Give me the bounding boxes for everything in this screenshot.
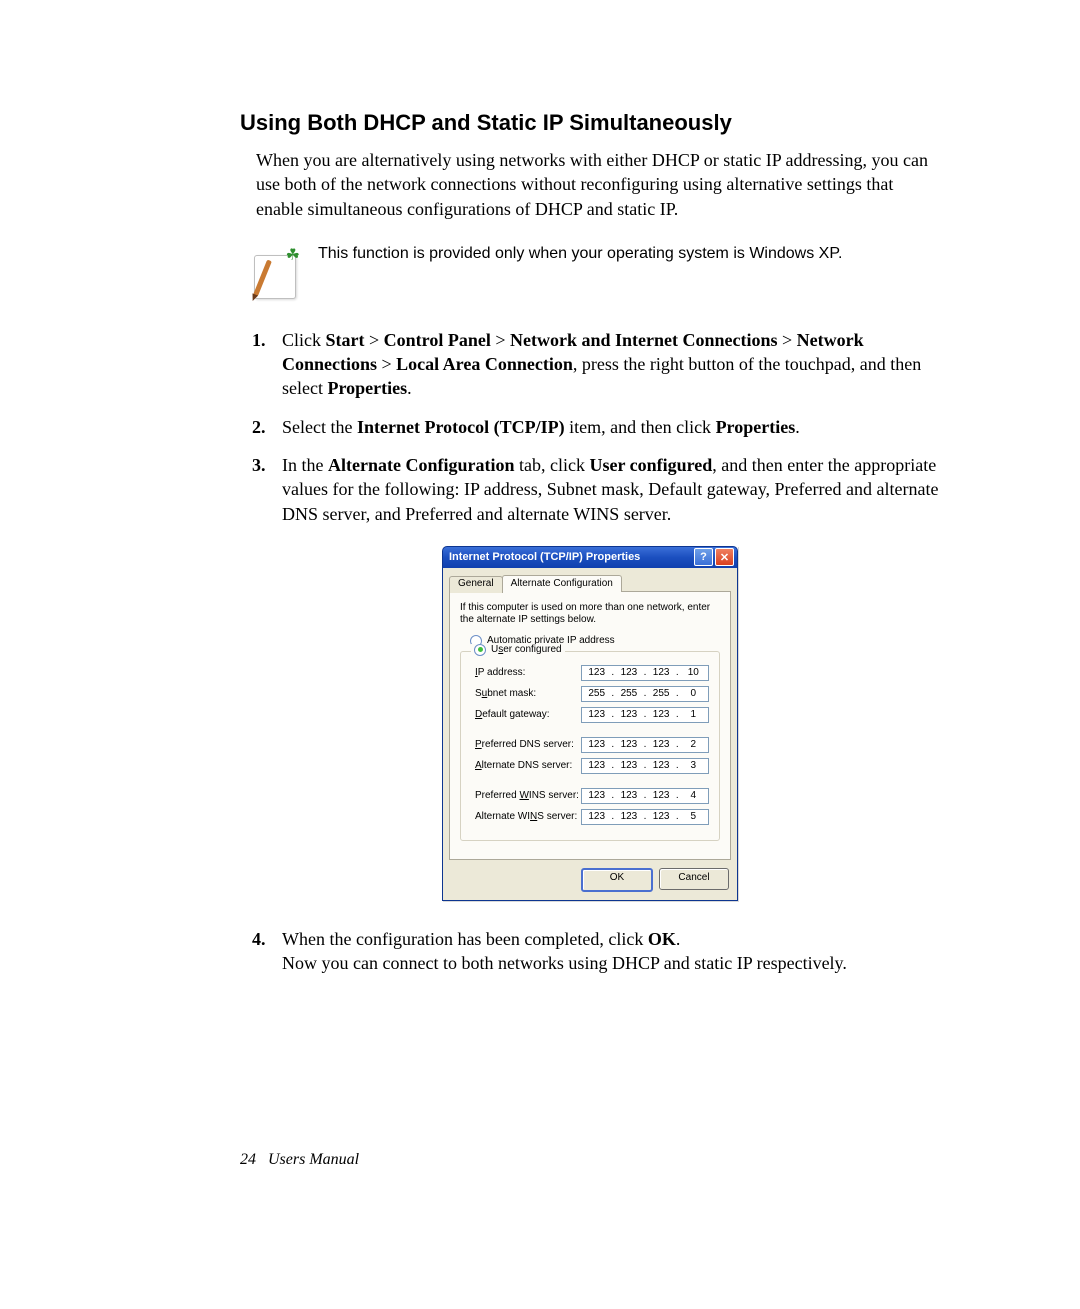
help-button[interactable]: ? [694,548,713,566]
close-button[interactable]: ✕ [715,548,734,566]
input-default-gateway[interactable]: 123. 123. 123. 1 [581,707,709,723]
step-number: 2. [252,415,282,439]
dialog-title: Internet Protocol (TCP/IP) Properties [449,551,640,563]
label-subnet-mask: Subnet mask: [475,688,536,699]
label-preferred-dns: Preferred DNS server: [475,739,574,750]
step-2: 2. Select the Internet Protocol (TCP/IP)… [252,415,940,439]
document-page: Using Both DHCP and Static IP Simultaneo… [0,0,1080,1309]
page-number: 24 [240,1151,256,1168]
label-default-gateway: Default gateway: [475,709,550,720]
label-alternate-wins: Alternate WINS server: [475,811,577,822]
tab-panel-alternate: If this computer is used on more than on… [449,592,731,860]
radio-label: User configured [491,644,562,655]
dialog-figure: Internet Protocol (TCP/IP) Properties ? … [240,546,940,901]
note-text: This function is provided only when your… [318,245,842,263]
tab-strip: General Alternate Configuration [449,574,731,592]
tab-alternate-configuration[interactable]: Alternate Configuration [502,575,622,592]
radio-icon [474,644,486,656]
dialog-button-row: OK Cancel [451,868,729,892]
input-alternate-dns[interactable]: 123. 123. 123. 3 [581,758,709,774]
note-pencil-icon: ☘ [250,245,300,300]
row-subnet-mask: Subnet mask: 255. 255. 255. 0 [475,686,709,702]
intro-paragraph: When you are alternatively using network… [240,148,940,221]
label-alternate-dns: Alternate DNS server: [475,760,572,771]
tab-general[interactable]: General [449,576,503,593]
input-ip-address[interactable]: 123. 123. 123. 10 [581,665,709,681]
row-preferred-dns: Preferred DNS server: 123. 123. 123. 2 [475,737,709,753]
ok-button[interactable]: OK [581,868,653,892]
row-alternate-wins: Alternate WINS server: 123. 123. 123. 5 [475,809,709,825]
input-preferred-wins[interactable]: 123. 123. 123. 4 [581,788,709,804]
step-number: 4. [252,927,282,976]
tcpip-properties-dialog: Internet Protocol (TCP/IP) Properties ? … [442,546,738,901]
step-number: 1. [252,328,282,401]
input-preferred-dns[interactable]: 123. 123. 123. 2 [581,737,709,753]
instruction-list: 1. Click Start > Control Panel > Network… [240,328,940,526]
row-ip-address: IP address: 123. 123. 123. 10 [475,665,709,681]
page-footer: 24 Users Manual [240,1151,359,1169]
instruction-list-continued: 4. When the configuration has been compl… [240,927,940,976]
step-number: 3. [252,453,282,526]
cancel-button[interactable]: Cancel [659,868,729,890]
dialog-titlebar[interactable]: Internet Protocol (TCP/IP) Properties ? … [442,546,738,568]
row-preferred-wins: Preferred WINS server: 123. 123. 123. 4 [475,788,709,804]
user-configured-fieldset: User configured IP address: 123. 123. 12… [460,651,720,841]
row-alternate-dns: Alternate DNS server: 123. 123. 123. 3 [475,758,709,774]
step-1: 1. Click Start > Control Panel > Network… [252,328,940,401]
label-ip-address: IP address: [475,667,525,678]
input-subnet-mask[interactable]: 255. 255. 255. 0 [581,686,709,702]
radio-user-configured[interactable]: User configured [471,644,565,656]
step-4: 4. When the configuration has been compl… [252,927,940,976]
panel-description: If this computer is used on more than on… [460,602,720,627]
input-alternate-wins[interactable]: 123. 123. 123. 5 [581,809,709,825]
row-default-gateway: Default gateway: 123. 123. 123. 1 [475,707,709,723]
section-heading: Using Both DHCP and Static IP Simultaneo… [240,110,940,136]
dialog-body: General Alternate Configuration If this … [442,568,738,901]
step-3: 3. In the Alternate Configuration tab, c… [252,453,940,526]
footer-label: Users Manual [268,1151,359,1168]
label-preferred-wins: Preferred WINS server: [475,790,579,801]
note-block: ☘ This function is provided only when yo… [240,245,940,300]
